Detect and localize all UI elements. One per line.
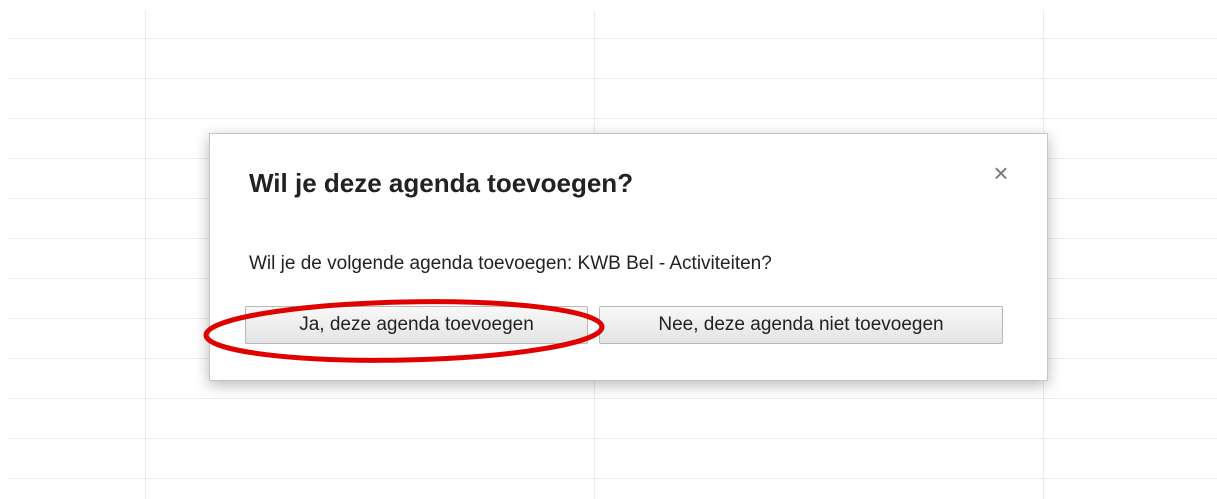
- dialog-title: Wil je deze agenda toevoegen?: [249, 168, 634, 198]
- confirm-add-calendar-button[interactable]: Ja, deze agenda toevoegen: [245, 306, 588, 344]
- grid-line: [8, 38, 1217, 39]
- add-calendar-dialog: Wil je deze agenda toevoegen? × Wil je d…: [209, 133, 1048, 381]
- dialog-message: Wil je de volgende agenda toevoegen: KWB…: [249, 253, 772, 274]
- grid-line: [8, 398, 1217, 399]
- grid-line: [8, 118, 1217, 119]
- grid-line: [8, 478, 1217, 479]
- decline-add-calendar-button[interactable]: Nee, deze agenda niet toevoegen: [599, 306, 1003, 344]
- grid-column-line: [145, 10, 146, 499]
- grid-line: [8, 78, 1217, 79]
- grid-line: [8, 438, 1217, 439]
- calendar-background: Wil je deze agenda toevoegen? × Wil je d…: [0, 0, 1217, 499]
- close-icon[interactable]: ×: [986, 158, 1016, 188]
